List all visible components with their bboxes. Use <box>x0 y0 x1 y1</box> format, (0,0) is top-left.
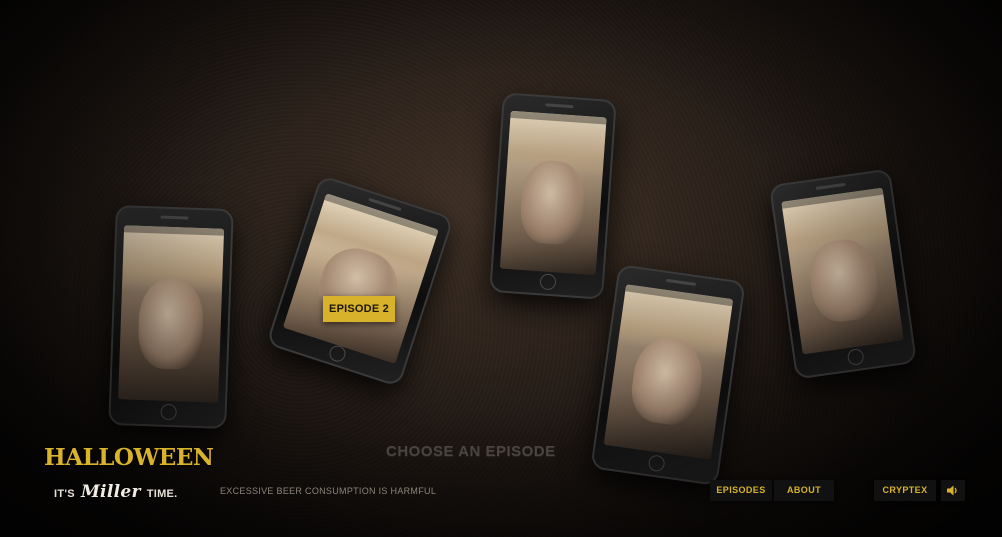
episode-phone-3[interactable] <box>489 92 617 300</box>
phone-speaker <box>160 215 189 220</box>
logo-title: HALLOWEEN <box>44 444 214 471</box>
sound-toggle-button[interactable] <box>941 480 965 501</box>
episode-thumbnail <box>499 110 607 276</box>
phone-home-button <box>647 454 666 473</box>
about-button[interactable]: ABOUT <box>774 480 834 501</box>
cryptex-button[interactable]: CRYPTEX <box>874 480 936 501</box>
episodes-button[interactable]: EPISODES <box>710 480 772 501</box>
speaker-icon <box>947 485 957 496</box>
phone-speaker <box>545 103 574 109</box>
episode-thumbnail <box>603 283 733 461</box>
phone-speaker <box>665 279 697 287</box>
halloween-miller-logo[interactable]: HALLOWEEN IT'S Miller TIME. <box>44 444 214 510</box>
choose-episode-prompt: CHOOSE AN EPISODE <box>386 443 556 460</box>
phone-home-button <box>160 404 177 421</box>
logo-tagline: IT'S Miller TIME. <box>54 482 178 502</box>
logo-tag-left: IT'S <box>54 488 75 500</box>
episode-thumbnail <box>118 225 224 403</box>
logo-tag-right: TIME. <box>146 488 178 500</box>
episode-2-label[interactable]: EPISODE 2 <box>323 296 395 322</box>
logo-brand: Miller <box>80 482 141 502</box>
episode-phone-1[interactable] <box>108 205 234 429</box>
phone-home-button <box>539 273 557 291</box>
episode-thumbnail <box>781 187 905 355</box>
disclaimer-text: EXCESSIVE BEER CONSUMPTION IS HARMFUL <box>220 486 437 496</box>
phone-home-button <box>846 348 865 367</box>
phone-speaker <box>815 182 846 190</box>
